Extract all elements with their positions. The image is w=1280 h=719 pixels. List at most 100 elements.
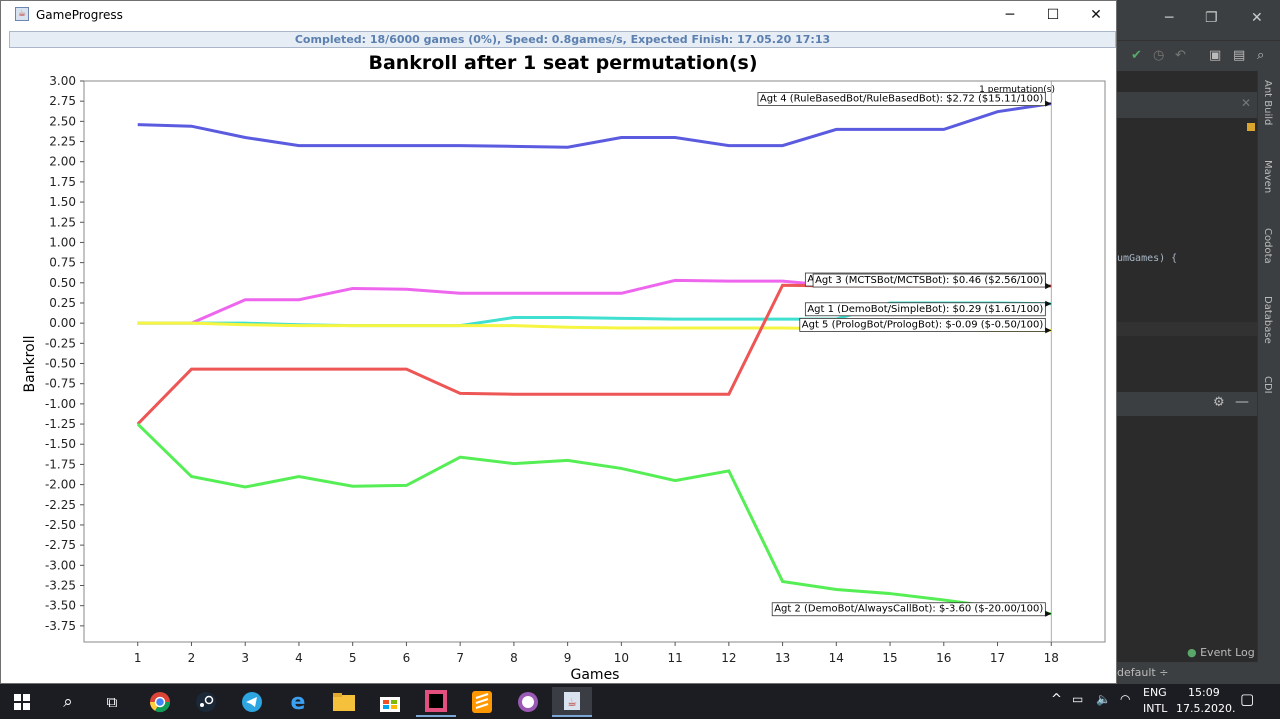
x-tick-label: 18 (1044, 651, 1059, 665)
github-desktop-icon[interactable] (508, 687, 548, 717)
x-tick-label: 14 (829, 651, 844, 665)
ide-titlebar: ─ ❐ ✕ (1117, 0, 1280, 40)
event-log-button[interactable]: ● Event Log (1187, 646, 1255, 659)
x-tick-label: 16 (936, 651, 951, 665)
wifi-icon[interactable]: ◠ (1120, 692, 1130, 706)
default-config-label[interactable]: default ÷ (1117, 666, 1168, 679)
check-icon[interactable]: ✔ (1131, 48, 1142, 63)
store-icon[interactable] (370, 687, 410, 717)
y-tick-label: -2.25 (45, 498, 76, 512)
x-tick-label: 8 (510, 651, 518, 665)
y-tick-label: -3.75 (45, 619, 76, 633)
chart-title: Bankroll after 1 seat permutation(s) (368, 52, 757, 74)
java-app-icon: ☕ (15, 7, 29, 21)
minimize-button[interactable]: ─ (988, 1, 1032, 30)
y-tick-label: 2.75 (49, 94, 76, 108)
clock-date[interactable]: 17.5.2020. (1176, 702, 1235, 715)
x-tick-label: 5 (349, 651, 357, 665)
tab-close-icon[interactable]: ✕ (1241, 96, 1251, 110)
series-label-text: Agt 2 (DemoBot/AlwaysCallBot): $-3.60 ($… (774, 604, 1043, 615)
y-tick-label: 3.00 (49, 74, 76, 88)
y-tick-label: -0.50 (45, 357, 76, 371)
java-app-taskbar-icon[interactable]: ☕ (552, 687, 592, 717)
y-axis-label: Bankroll (22, 336, 38, 393)
intellij-icon[interactable] (416, 687, 456, 717)
y-tick-label: -1.50 (45, 437, 76, 451)
plot-area (83, 80, 1106, 643)
series-end-label-agt3: Agt 3 (MCTSBot/MCTSBot): $0.46 ($2.56/10… (812, 273, 1052, 290)
y-tick-label: 2.00 (49, 155, 76, 169)
y-tick-label: -3.00 (45, 558, 76, 572)
x-tick-label: 13 (775, 651, 790, 665)
start-button[interactable] (2, 687, 42, 717)
settings-gear-icon[interactable]: ⚙ (1213, 395, 1225, 410)
chrome-icon[interactable] (140, 687, 180, 717)
ide-tab-bar: ✕ (1117, 92, 1257, 118)
close-button[interactable]: ✕ (1074, 1, 1118, 30)
y-tick-label: 0.25 (49, 296, 76, 310)
y-tick-label: -1.25 (45, 417, 76, 431)
y-tick-label: -2.00 (45, 478, 76, 492)
ide-panel-header: ⚙ — (1117, 392, 1257, 416)
ide-close-icon[interactable]: ✕ (1251, 10, 1263, 26)
x-axis-ticks: 1 2 3 4 5 6 7 8 9 10 11 12 13 14 15 16 17 18 (134, 642, 1059, 665)
cdi-tab[interactable]: CDI (1262, 376, 1273, 394)
x-tick-label: 12 (721, 651, 736, 665)
file-explorer-icon[interactable] (324, 687, 364, 717)
telegram-icon[interactable] (232, 687, 272, 717)
x-tick-label: 15 (882, 651, 897, 665)
event-log-badge-icon: ● (1187, 646, 1197, 659)
clock-time[interactable]: 15:09 (1188, 686, 1220, 699)
y-tick-label: 0.50 (49, 276, 76, 290)
y-tick-label: 1.50 (49, 195, 76, 209)
series-end-label-agt1: Agt 1 (DemoBot/SimpleBot): $0.29 ($1.61/… (804, 300, 1052, 317)
ide-editor[interactable]: umGames) { (1117, 118, 1257, 368)
series-end-label-agt2: Agt 2 (DemoBot/AlwaysCallBot): $-3.60 ($… (771, 602, 1052, 617)
x-tick-label: 6 (403, 651, 411, 665)
tray-expand-icon[interactable]: ^ (1051, 692, 1062, 707)
history-icon[interactable]: ◷ (1153, 48, 1164, 63)
ide-minimize-icon[interactable]: ─ (1165, 10, 1173, 26)
x-axis-label: Games (571, 667, 620, 683)
search-icon[interactable]: ⌕ (1257, 48, 1264, 63)
input-language[interactable]: ENG (1143, 686, 1167, 699)
windows-logo-icon (14, 694, 30, 710)
window-titlebar[interactable]: ☕ GameProgress ─ ☐ ✕ (1, 1, 1116, 30)
series-label-text: Agt 1 (DemoBot/SimpleBot): $0.29 ($1.61/… (807, 304, 1043, 315)
x-tick-label: 9 (564, 651, 572, 665)
task-view-icon[interactable]: ⧉ (92, 687, 132, 717)
database-tab[interactable]: Database (1262, 296, 1273, 344)
y-tick-label: 0.75 (49, 256, 76, 270)
steam-icon[interactable] (186, 687, 226, 717)
codota-tab[interactable]: Codota (1262, 228, 1273, 264)
y-tick-label: -2.75 (45, 538, 76, 552)
series-end-label-agt4: Agt 4 (RuleBasedBot/RuleBasedBot): $2.72… (757, 92, 1052, 107)
keyboard-layout[interactable]: INTL (1143, 702, 1167, 715)
layout-icon[interactable]: ▤ (1233, 48, 1245, 63)
search-icon[interactable]: ⌕ (48, 687, 88, 717)
x-tick-label: 11 (667, 651, 682, 665)
svg-text:☕: ☕ (567, 696, 577, 709)
series-end-label-agt5: Agt 5 (PrologBot/PrologBot): $-0.09 ($-0… (799, 318, 1052, 334)
ide-highlight-line (1117, 322, 1257, 336)
ide-toolbar: ✔ ◷ ↶ ▣ ▤ ⌕ (1117, 40, 1280, 71)
y-tick-label: -3.25 (45, 578, 76, 592)
edge-icon[interactable]: e (278, 687, 318, 717)
ide-restore-icon[interactable]: ❐ (1205, 10, 1218, 26)
hide-panel-icon[interactable]: — (1235, 394, 1249, 410)
y-tick-label: 0.00 (49, 316, 76, 330)
x-tick-label: 10 (614, 651, 629, 665)
ant-build-tab[interactable]: Ant Build (1262, 80, 1273, 125)
revert-icon[interactable]: ↶ (1175, 48, 1186, 63)
x-tick-label: 7 (456, 651, 464, 665)
maven-tab[interactable]: Maven (1262, 160, 1273, 193)
project-structure-icon[interactable]: ▣ (1209, 48, 1221, 63)
sublime-icon[interactable] (462, 687, 502, 717)
windows-taskbar: ⌕ ⧉ e ☕ ^ ▭ 🔈 ◠ ENG INTL 15:09 17.5.2020… (0, 684, 1280, 719)
maximize-button[interactable]: ☐ (1031, 1, 1075, 30)
battery-icon[interactable]: ▭ (1072, 692, 1083, 706)
volume-icon[interactable]: 🔈 (1096, 692, 1111, 706)
ide-right-toolstrip: Ant Build Maven Codota Database CDI (1257, 70, 1280, 662)
y-tick-label: 2.50 (49, 114, 76, 128)
notifications-icon[interactable]: ▢ (1240, 690, 1254, 708)
